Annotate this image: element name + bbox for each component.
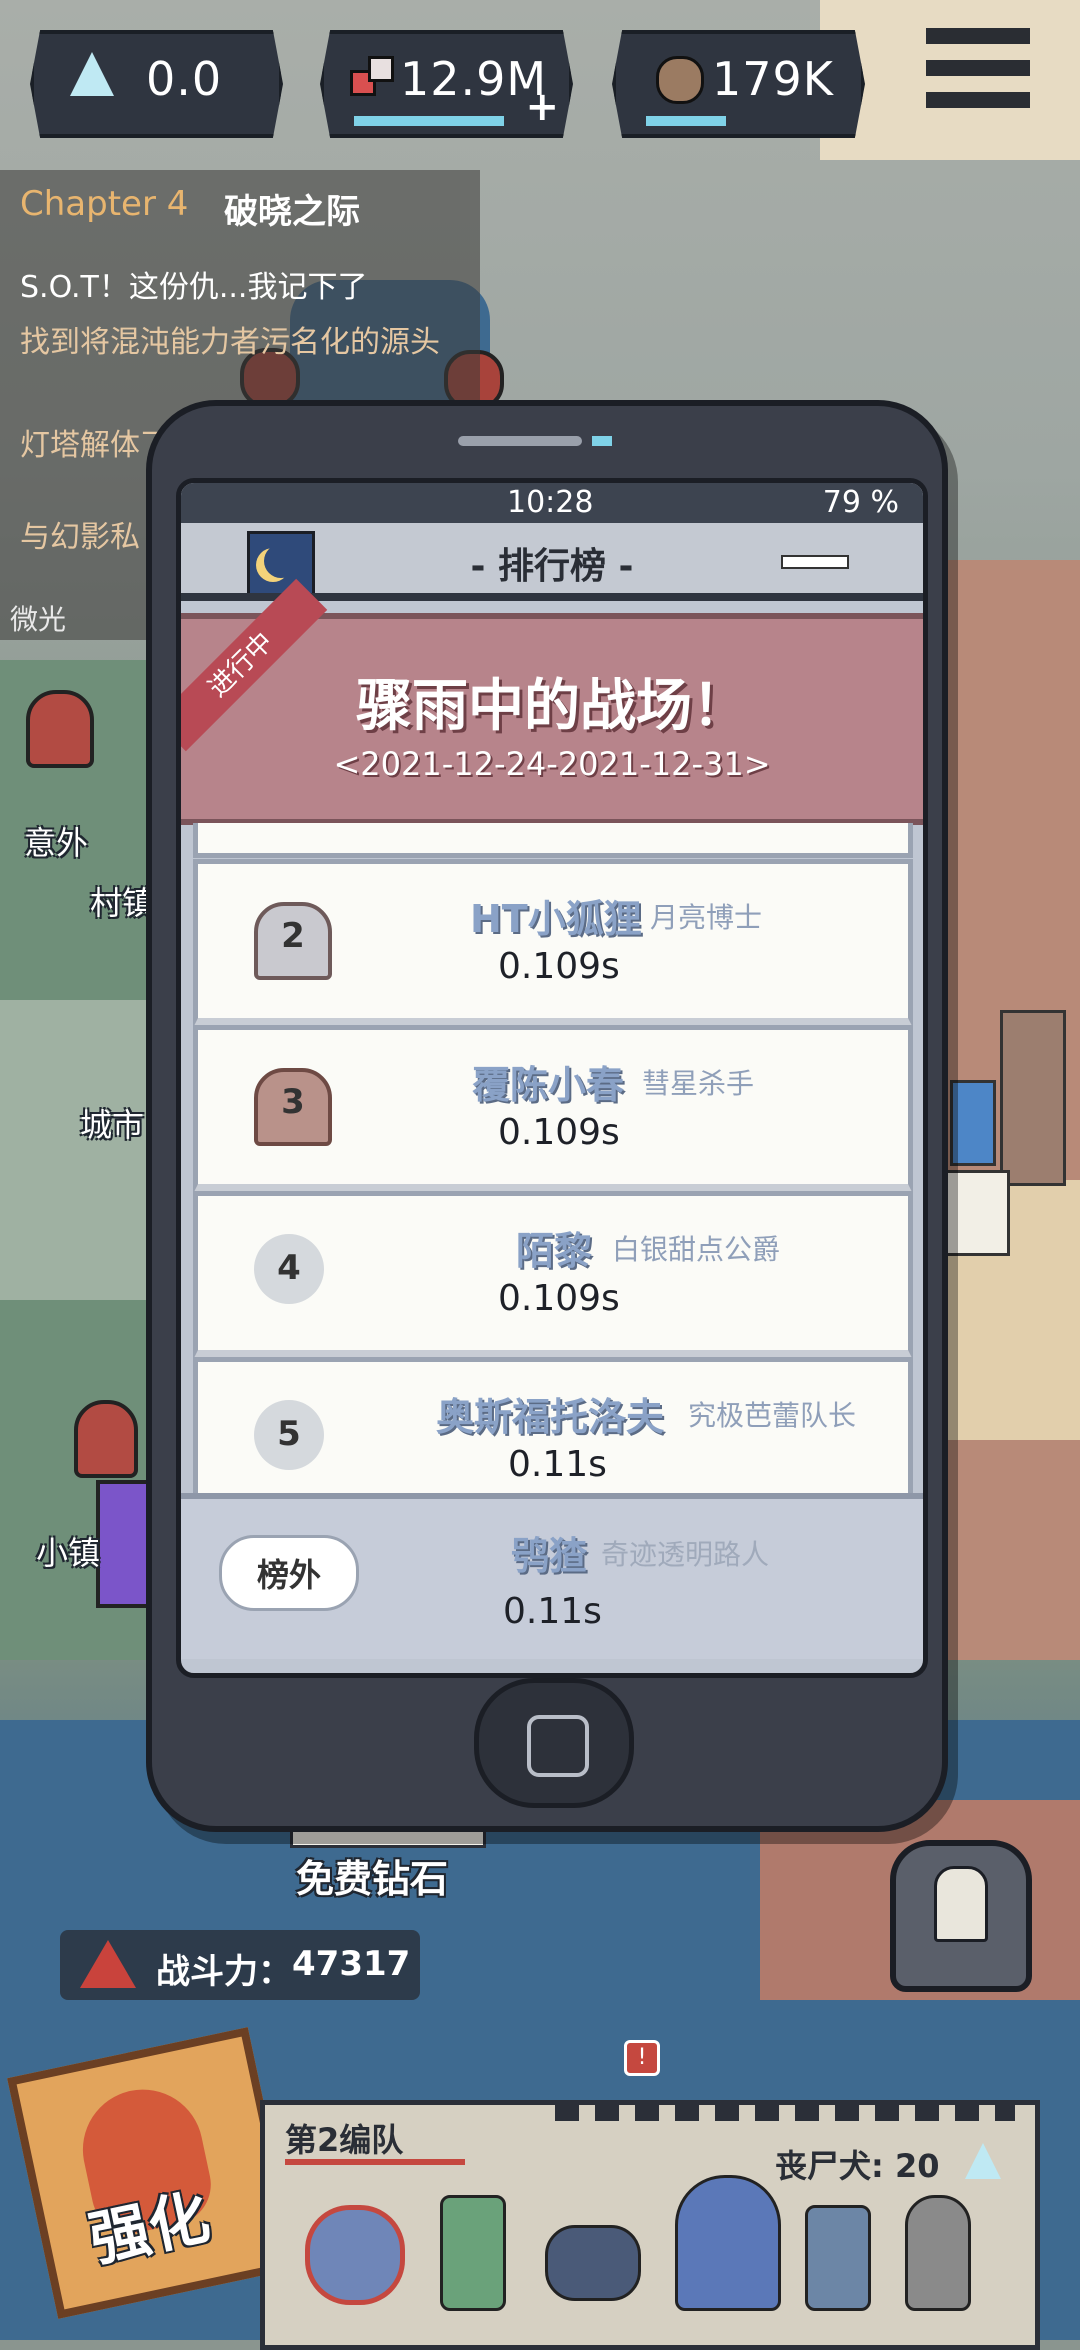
notification-badge-icon: ! [624,2040,660,2076]
list-row-partial [193,823,913,858]
own-player-title: 奇迹透明路人 [601,1538,770,1571]
map-marker[interactable] [74,1400,138,1478]
power-value: 47317 [292,1944,411,1984]
menu-button[interactable] [926,28,1030,108]
player-name: 覆陈小春 [472,1063,625,1107]
player-time: 0.109s [498,1278,620,1319]
own-rank-row[interactable]: 榜外 鸮猹 奇迹透明路人 0.11s [181,1493,923,1659]
team-member-dog[interactable] [305,2205,405,2305]
building-blue [950,1080,996,1166]
player-time: 0.109s [498,1112,620,1153]
zombie-dog-count: 丧尸犬: 20 [775,2147,940,2185]
player-title: 彗星杀手 [642,1067,755,1100]
triangle-gem-icon [70,52,114,96]
free-diamond-label[interactable]: 免费钻石 [296,1848,448,1903]
map-label-accident[interactable]: 意外 [24,818,88,864]
team-member[interactable] [440,2195,506,2311]
team-member[interactable] [675,2175,781,2311]
power-label: 战斗力： [156,1952,292,1992]
chapter-title: 破晓之际 [224,192,360,232]
orb-value: 179K [712,52,834,106]
team-panel[interactable]: 第2编队 丧尸犬: 20 [260,2100,1040,2350]
player-name: 奥斯福托洛夫 [436,1395,665,1439]
quest-item[interactable]: S.O.T！这份仇...我记下了 [20,262,460,306]
player-title: 月亮博士 [650,901,763,934]
player-time: 0.11s [508,1444,607,1485]
team-member[interactable] [905,2195,971,2311]
building-tower [1000,1010,1066,1186]
own-player-time: 0.11s [503,1591,602,1632]
silver-rank-badge: 2 [254,902,332,980]
backpack-icon [934,1866,988,1942]
team-tape [555,2105,1015,2121]
event-dates: <2021-12-24-2021-12-31> [333,745,771,783]
team-member[interactable] [805,2205,871,2311]
orb-icon [656,56,704,104]
rank-badge: 4 [254,1234,324,1304]
land-west-light [0,1000,160,1300]
team-member[interactable] [545,2225,641,2301]
unranked-badge: 榜外 [219,1535,359,1611]
rank-badge: 5 [254,1400,324,1470]
status-bar: 10:28 79 % [181,483,923,523]
triangle-gem-icon [965,2143,1001,2179]
rank-number: 2 [281,916,305,956]
player-name: 陌黎 [516,1229,593,1273]
combat-power-bar[interactable]: 战斗力： 47317 [60,1930,420,2000]
own-rank-label: 榜外 [256,1556,321,1594]
building-white [944,1170,1010,1256]
player-title: 究极芭蕾队长 [688,1399,857,1432]
map-marker[interactable] [26,690,94,768]
rank-number: 5 [277,1414,301,1454]
phone-speaker [458,436,582,446]
phone-home-button[interactable] [474,1678,634,1808]
chapter-number: Chapter 4 [20,184,189,224]
add-cubes-icon[interactable]: + [525,84,559,130]
red-cubes-icon [350,56,394,100]
status-time: 10:28 [507,485,594,520]
quest-item[interactable]: 微光 [10,598,66,638]
quest-item[interactable]: 与幻影私 [20,512,140,556]
back-arrow-icon [781,555,849,569]
warning-triangle-icon [80,1940,136,1988]
status-battery: 79 % [822,485,899,520]
boost-button[interactable]: 强化 [7,2027,299,2319]
orb-progress-bar [646,116,726,126]
back-button[interactable] [781,541,851,581]
backpack-button[interactable] [890,1840,1032,1992]
leaderboard-row[interactable]: 2 HT小狐狸 月亮博士 0.109s [193,859,913,1028]
map-label-village[interactable]: 村镇 [90,878,154,924]
orb-counter[interactable]: 179K [612,30,865,138]
quest-item[interactable]: 找到将混沌能力者污名化的源头 [20,326,450,360]
player-title: 白银甜点公爵 [612,1233,781,1266]
rank-number: 4 [277,1248,301,1288]
rank-number: 3 [281,1082,305,1122]
home-square-icon [527,1715,589,1777]
player-name: HT小狐狸 [470,897,642,941]
player-time: 0.109s [498,946,620,987]
cubes-counter[interactable]: 12.9M + [320,30,573,138]
phone-screen: 10:28 79 % - 排行榜 - 进行中 骤雨中的战场！ <2021-12-… [176,478,928,1678]
map-label-city[interactable]: 城市 [80,1100,144,1146]
own-player-name: 鸮猹 [511,1534,588,1578]
team-name: 第2编队 [285,2121,404,2159]
cubes-progress-bar [354,116,504,126]
event-title: 骤雨中的战场！ [356,674,748,739]
gem-value: 0.0 [146,52,223,106]
leaderboard-phone: 10:28 79 % - 排行榜 - 进行中 骤雨中的战场！ <2021-12-… [146,400,948,1832]
leaderboard-row[interactable]: 3 覆陈小春 彗星杀手 0.109s [193,1025,913,1194]
bronze-rank-badge: 3 [254,1068,332,1146]
event-banner: 进行中 骤雨中的战场！ <2021-12-24-2021-12-31> [181,578,923,825]
gem-counter[interactable]: 0.0 [30,30,283,138]
phone-camera [592,436,612,446]
map-label-town[interactable]: 小镇 [36,1528,100,1574]
leaderboard-row[interactable]: 4 陌黎 白银甜点公爵 0.109s [193,1191,913,1360]
team-underline [285,2159,465,2165]
